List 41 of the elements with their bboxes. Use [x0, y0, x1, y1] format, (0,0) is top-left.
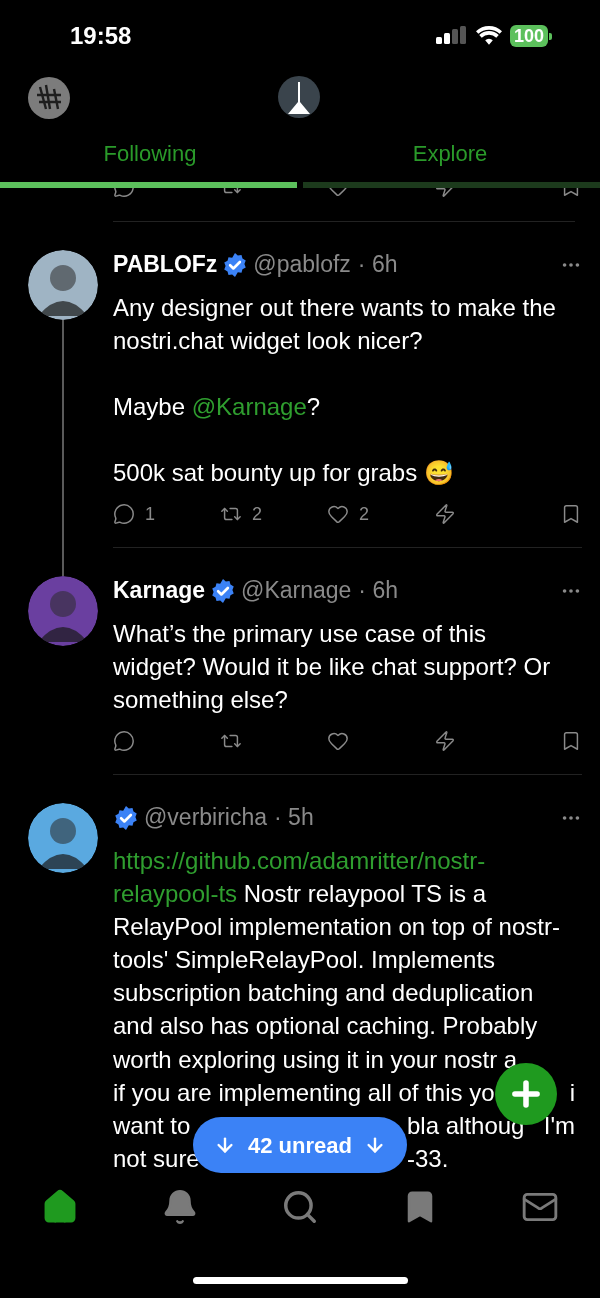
heart-icon[interactable] [327, 503, 349, 525]
post-text: bla althoug [407, 1110, 525, 1141]
action-count: 2 [252, 502, 262, 526]
search-icon[interactable] [281, 1188, 319, 1226]
post-text: 500k sat bounty up for grabs 😅 [113, 458, 455, 488]
post-text: if you are implementing all of this yo [113, 1077, 495, 1108]
post-text: -33. [407, 1143, 449, 1174]
post-link[interactable]: relaypool-ts [113, 880, 238, 907]
post-text: What’s the primary use case of this widget? Would it be like chat support? Or something else? [113, 619, 552, 715]
post-text: Maybe @Karnage? [113, 392, 322, 422]
post-link[interactable]: @Karnage [191, 393, 307, 420]
post-text: Any designer out there wants to make the nostri.chat widget look nicer? [113, 293, 557, 356]
post-link[interactable]: https://github.com/adamritter/nostr- [113, 847, 486, 874]
author-handle[interactable]: @verbiricha [144, 800, 268, 835]
author-handle[interactable]: @Karnage [241, 573, 352, 608]
post-time: · 5h [274, 803, 314, 833]
author-name[interactable]: PABLOFz [113, 247, 218, 282]
wifi-icon [475, 26, 502, 46]
status-time: 19:58 [70, 21, 132, 51]
post-text: I'm [543, 1110, 575, 1141]
action-count: 2 [359, 502, 369, 526]
post-text: want to [113, 1110, 191, 1141]
author-name[interactable]: Karnage [113, 573, 206, 608]
post-time: · 6h [358, 576, 398, 606]
profile-avatar[interactable] [28, 76, 70, 119]
post-time: · 6h [357, 250, 398, 280]
author-handle[interactable]: @pablofz [253, 247, 351, 282]
heart-icon[interactable] [327, 730, 349, 752]
post-text: i [569, 1077, 575, 1108]
battery-indicator: 100 [509, 25, 552, 47]
signal-icon [435, 26, 468, 46]
reply-icon[interactable] [113, 730, 135, 752]
avatar[interactable] [28, 803, 98, 873]
lightning-icon[interactable] [434, 730, 456, 752]
lightning-icon[interactable] [434, 503, 456, 525]
avatar[interactable] [28, 250, 98, 320]
feed-tab[interactable]: Explore [300, 125, 600, 188]
app-logo-icon[interactable] [278, 76, 320, 118]
reply-icon[interactable] [113, 503, 135, 525]
feed-tab[interactable]: Following [0, 125, 300, 188]
action-count: 1 [145, 502, 155, 526]
